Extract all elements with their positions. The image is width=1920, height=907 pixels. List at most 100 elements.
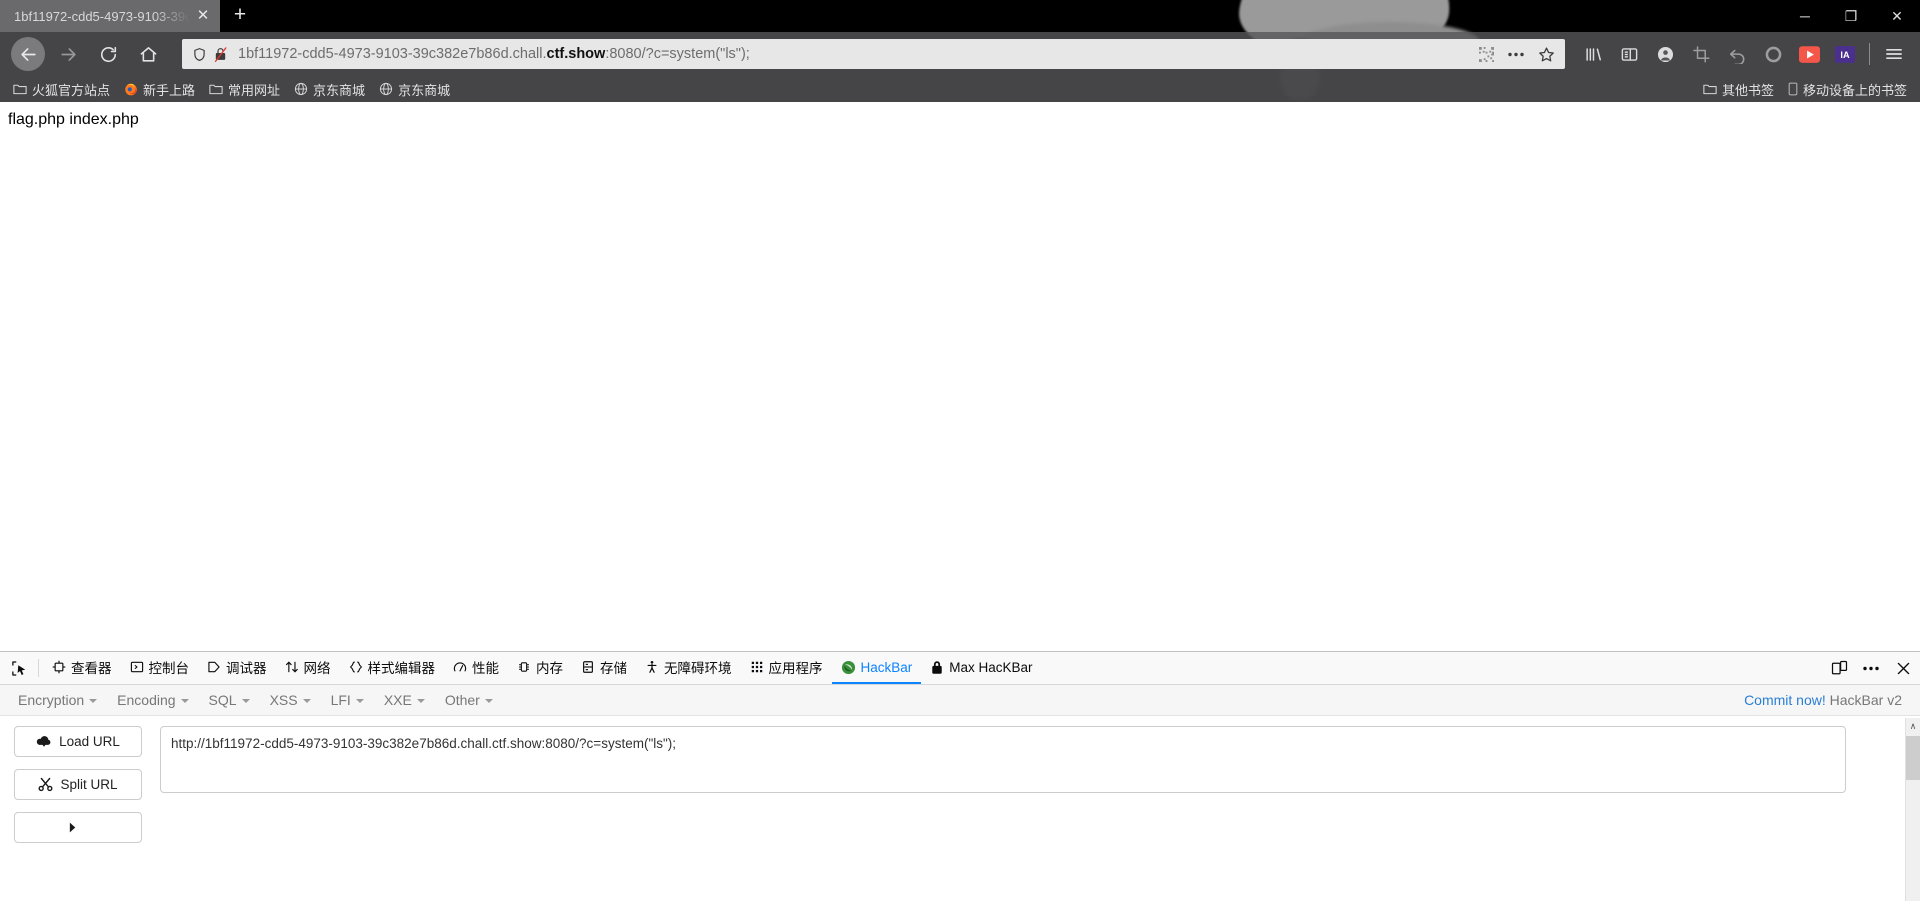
devtools-tab-accessibility[interactable]: 无障碍环境 [636, 652, 741, 684]
menu-label: SQL [208, 692, 237, 708]
accessibility-icon [645, 660, 659, 674]
hackbar-menu-encryption[interactable]: Encryption [8, 688, 107, 712]
chevron-down-icon [302, 699, 311, 704]
devtools-tab-label: 调试器 [226, 661, 267, 676]
storage-icon [581, 660, 595, 674]
toolbar-divider [1869, 43, 1870, 65]
bookmark-item-getting-started[interactable]: 新手上路 [117, 78, 202, 100]
bookmark-item-mobile-bookmarks[interactable]: 移动设备上的书签 [1781, 78, 1914, 100]
scrollbar-up-arrow[interactable]: ∧ [1906, 718, 1920, 734]
load-url-button[interactable]: Load URL [14, 726, 142, 757]
close-button[interactable]: ✕ [1874, 0, 1920, 32]
bookmark-item-jd-1[interactable]: 京东商城 [287, 78, 372, 100]
devtools-tab-network[interactable]: 网络 [276, 652, 340, 684]
devtools-tab-memory[interactable]: 内存 [508, 652, 572, 684]
globe-icon [294, 82, 308, 96]
bookmark-label: 移动设备上的书签 [1802, 82, 1907, 98]
chevron-down-icon [180, 699, 189, 704]
folder-icon [1703, 83, 1717, 95]
split-url-button[interactable]: Split URL [14, 769, 142, 800]
devtools-tab-hackbar[interactable]: HackBar [831, 652, 922, 684]
menu-label: Encoding [117, 692, 176, 708]
undo-arrow-icon[interactable] [1720, 38, 1754, 70]
circle-icon[interactable] [1756, 38, 1790, 70]
devtools-options-ellipsis-icon[interactable] [1856, 654, 1886, 682]
library-icon[interactable] [1576, 38, 1610, 70]
globe-icon [379, 82, 393, 96]
chevron-down-icon [416, 699, 425, 704]
hackbar-menu-other[interactable]: Other [435, 688, 503, 712]
minimize-button[interactable]: ─ [1782, 0, 1828, 32]
video-play-icon[interactable] [1792, 38, 1826, 70]
hackbar-menu-xxe[interactable]: XXE [374, 688, 435, 712]
url-bar[interactable]: 1bf11972-cdd5-4973-9103-39c382e7b86d.cha… [182, 39, 1565, 69]
execute-icon [67, 821, 82, 834]
responsive-design-mode-icon[interactable] [1824, 654, 1854, 682]
reload-icon[interactable] [91, 37, 125, 71]
devtools-tab-label: 性能 [472, 661, 499, 676]
hackbar-menu-sql[interactable]: SQL [199, 688, 260, 712]
devtools-tab-console[interactable]: 控制台 [121, 652, 199, 684]
devtools-tab-label: 样式编辑器 [367, 661, 436, 676]
execute-button[interactable] [14, 812, 142, 843]
devtools-tab-inspector[interactable]: 查看器 [43, 652, 121, 684]
firefox-icon [124, 82, 138, 96]
folder-icon [13, 83, 27, 95]
hackbar-menu-lfi[interactable]: LFI [321, 688, 374, 712]
devtools-tab-debugger[interactable]: 调试器 [198, 652, 276, 684]
svg-text:IA: IA [1840, 50, 1850, 60]
bookmark-item-huohu-official[interactable]: 火狐官方站点 [6, 78, 117, 100]
chevron-down-icon [355, 699, 364, 704]
chevron-down-icon [241, 699, 250, 704]
devtools-tab-style-editor[interactable]: 样式编辑器 [340, 652, 445, 684]
qr-code-icon[interactable] [1471, 41, 1501, 67]
bookmark-label: 常用网址 [228, 82, 281, 98]
debugger-icon [207, 660, 221, 674]
shield-icon[interactable] [192, 47, 207, 62]
hamburger-menu-icon[interactable] [1877, 38, 1911, 70]
hackbar-panel: Encryption Encoding SQL XSS LFI XXE Othe… [0, 685, 1920, 901]
bookmark-label: 其他书签 [1721, 82, 1774, 98]
sidebar-icon[interactable] [1612, 38, 1646, 70]
element-picker-icon[interactable] [4, 654, 34, 682]
bookmark-item-common-sites[interactable]: 常用网址 [202, 78, 287, 100]
browser-tab-active[interactable]: 1bf11972-cdd5-4973-9103-39c382e7b86d.cha… [0, 0, 220, 32]
scrollbar-thumb[interactable] [1906, 736, 1920, 780]
devtools-scrollbar[interactable]: ∧ [1905, 718, 1920, 901]
lock-icon [930, 660, 944, 675]
menu-label: LFI [330, 692, 351, 708]
devtools-close-icon[interactable] [1888, 654, 1918, 682]
ia-badge-icon[interactable]: IA [1828, 38, 1862, 70]
hackbar-menu-xss[interactable]: XSS [260, 688, 321, 712]
new-tab-button[interactable]: + [220, 0, 260, 32]
broken-lock-icon[interactable] [213, 46, 228, 63]
back-arrow-icon[interactable] [11, 37, 45, 71]
home-icon[interactable] [131, 37, 165, 71]
devtools-tab-application[interactable]: 应用程序 [741, 652, 832, 684]
hackbar-menu-encoding[interactable]: Encoding [107, 688, 198, 712]
devtools-tab-max-hackbar[interactable]: Max HacKBar [921, 652, 1041, 684]
account-icon[interactable] [1648, 38, 1682, 70]
tab-close-icon[interactable]: ✕ [192, 5, 214, 27]
page-viewport: flag.php index.php [0, 102, 1920, 651]
bookmark-item-other-bookmarks[interactable]: 其他书签 [1696, 78, 1781, 100]
hackbar-body: Load URL Split URL [0, 716, 1920, 855]
page-actions-ellipsis-icon[interactable] [1501, 41, 1531, 67]
bookmark-label: 火狐官方站点 [32, 82, 111, 98]
maximize-button[interactable]: ❐ [1828, 0, 1874, 32]
hackbar-action-buttons: Load URL Split URL [14, 726, 142, 855]
hackbar-url-input[interactable] [160, 726, 1846, 793]
commit-now-link[interactable]: Commit now! [1744, 692, 1826, 708]
screenshot-crop-icon[interactable] [1684, 38, 1718, 70]
devtools-tab-performance[interactable]: 性能 [444, 652, 508, 684]
bookmark-label: 京东商城 [398, 82, 451, 98]
forward-arrow-icon[interactable] [51, 37, 85, 71]
devtools-divider [38, 659, 39, 677]
devtools-tab-label: 内存 [536, 661, 563, 676]
bookmark-item-jd-2[interactable]: 京东商城 [372, 78, 457, 100]
button-label: Split URL [60, 777, 118, 792]
url-text[interactable]: 1bf11972-cdd5-4973-9103-39c382e7b86d.cha… [238, 46, 1471, 62]
devtools-tab-storage[interactable]: 存储 [572, 652, 636, 684]
bookmark-star-icon[interactable] [1531, 41, 1561, 67]
devtools-tab-bar: 查看器 控制台 调试器 网络 样式编辑器 性能 内存 存储 无障碍环境 应用程序… [0, 652, 1920, 685]
